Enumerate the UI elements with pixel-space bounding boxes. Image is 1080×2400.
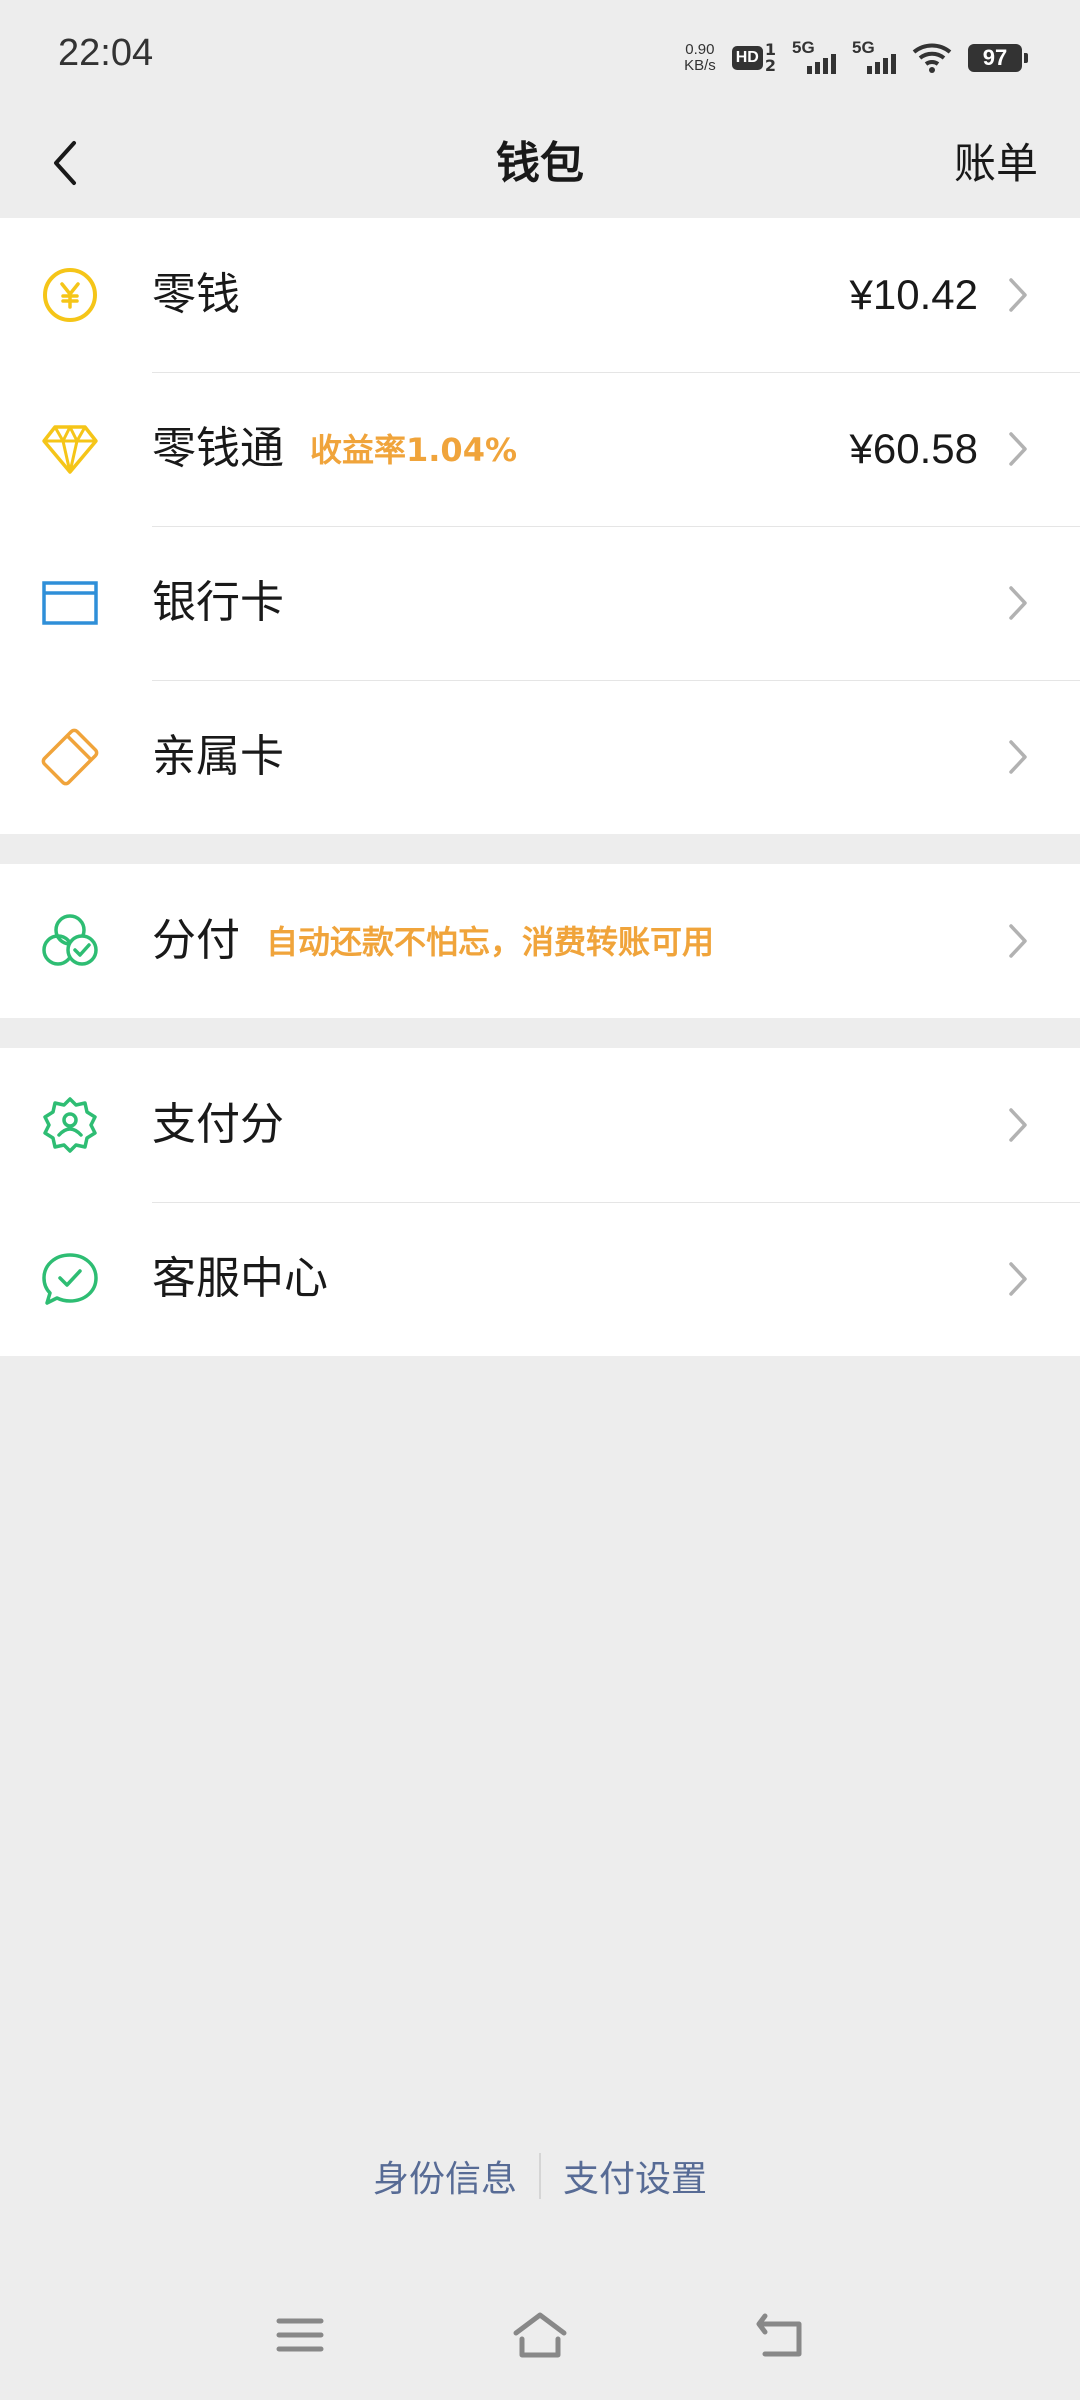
- status-time: 22:04: [58, 32, 154, 74]
- yield-rate-tag: 收益率1.04%: [310, 431, 518, 469]
- list-item-bank-card[interactable]: 银行卡: [0, 526, 1080, 680]
- menu-button[interactable]: [260, 2295, 340, 2375]
- list-item-label: 零钱通 收益率1.04%: [152, 372, 517, 526]
- chevron-right-icon: [998, 429, 1038, 469]
- battery-icon: 97: [968, 44, 1028, 72]
- footer-divider: [539, 2153, 541, 2199]
- list-item-change[interactable]: 零钱 ¥10.42: [0, 218, 1080, 372]
- list-item-customer-service[interactable]: 客服中心: [0, 1202, 1080, 1356]
- change-plus-amount: ¥60.58: [849, 425, 978, 472]
- chevron-right-icon: [998, 921, 1038, 961]
- change-plus-label: 零钱通: [152, 423, 284, 474]
- page-title: 钱包: [496, 138, 584, 189]
- menu-icon: [276, 2318, 324, 2352]
- family-card-icon: [40, 727, 100, 787]
- chevron-right-icon: [998, 1105, 1038, 1145]
- change-label: 零钱: [152, 269, 240, 320]
- chevron-right-icon: [998, 583, 1038, 623]
- customer-service-label: 客服中心: [152, 1253, 328, 1304]
- identity-info-link[interactable]: 身份信息: [373, 2150, 517, 2202]
- sim1-signal-icon: 5G: [792, 38, 836, 78]
- list-item-label: 客服中心: [152, 1202, 328, 1356]
- list-item-fenfu[interactable]: 分付 自动还款不怕忘，消费转账可用: [0, 864, 1080, 1018]
- sim2-signal-icon: 5G: [852, 38, 896, 78]
- status-bar: 22:04 0.90 KB/s HD 1 2 5G 5G 97: [0, 0, 1080, 110]
- wallet-group-services: 支付分 客服中心: [0, 1048, 1080, 1356]
- change-amount: ¥10.42: [849, 271, 978, 318]
- home-icon: [513, 2312, 567, 2358]
- home-button[interactable]: [500, 2295, 580, 2375]
- chevron-right-icon: [998, 737, 1038, 777]
- fenfu-icon: [40, 911, 100, 971]
- list-item-label: 分付 自动还款不怕忘，消费转账可用: [152, 864, 714, 1018]
- customer-service-chat-icon: [40, 1249, 100, 1309]
- fenfu-promo-tag: 自动还款不怕忘，消费转账可用: [266, 923, 715, 961]
- list-item-pay-score[interactable]: 支付分: [0, 1048, 1080, 1202]
- network-speed-value: 0.90: [685, 41, 715, 58]
- footer-links: 身份信息 支付设置: [0, 2150, 1080, 2202]
- bank-card-label: 银行卡: [152, 577, 284, 628]
- family-card-label: 亲属卡: [152, 731, 284, 782]
- list-item-label: 零钱: [152, 218, 240, 372]
- list-item-label: 支付分: [152, 1048, 284, 1202]
- payment-settings-link[interactable]: 支付设置: [563, 2150, 707, 2202]
- list-item-family-card[interactable]: 亲属卡: [0, 680, 1080, 834]
- list-item-label: 亲属卡: [152, 680, 284, 834]
- diamond-icon: [40, 419, 100, 479]
- wallet-group-credit: 分付 自动还款不怕忘，消费转账可用: [0, 864, 1080, 1018]
- list-item-change-plus[interactable]: 零钱通 收益率1.04% ¥60.58: [0, 372, 1080, 526]
- hd-label: HD: [731, 46, 763, 70]
- chevron-right-icon: [998, 1259, 1038, 1299]
- network-speed-unit: KB/s: [684, 57, 716, 74]
- pay-score-badge-icon: [40, 1095, 100, 1155]
- navigation-bar: 钱包 账单: [0, 110, 1080, 218]
- system-navigation-bar: [0, 2275, 1080, 2400]
- status-icons: 0.90 KB/s HD 1 2 5G 5G 97: [684, 36, 1028, 80]
- hd-sim2: 2: [764, 56, 776, 75]
- back-nav-button[interactable]: [740, 2295, 820, 2375]
- hd-voice-icon: HD 1 2: [731, 42, 776, 75]
- wallet-group-balance: 零钱 ¥10.42 零钱通 收益率1.04% ¥60.58 银行卡 亲属卡: [0, 218, 1080, 834]
- bill-button[interactable]: 账单: [954, 110, 1038, 218]
- fenfu-label: 分付: [152, 915, 240, 966]
- yuan-coin-icon: [40, 265, 100, 325]
- chevron-right-icon: [998, 275, 1038, 315]
- network-speed: 0.90 KB/s: [684, 42, 716, 74]
- wifi-icon: [912, 43, 952, 73]
- list-item-label: 银行卡: [152, 526, 284, 680]
- pay-score-label: 支付分: [152, 1099, 284, 1150]
- return-icon: [756, 2313, 802, 2357]
- bank-card-icon: [40, 573, 100, 633]
